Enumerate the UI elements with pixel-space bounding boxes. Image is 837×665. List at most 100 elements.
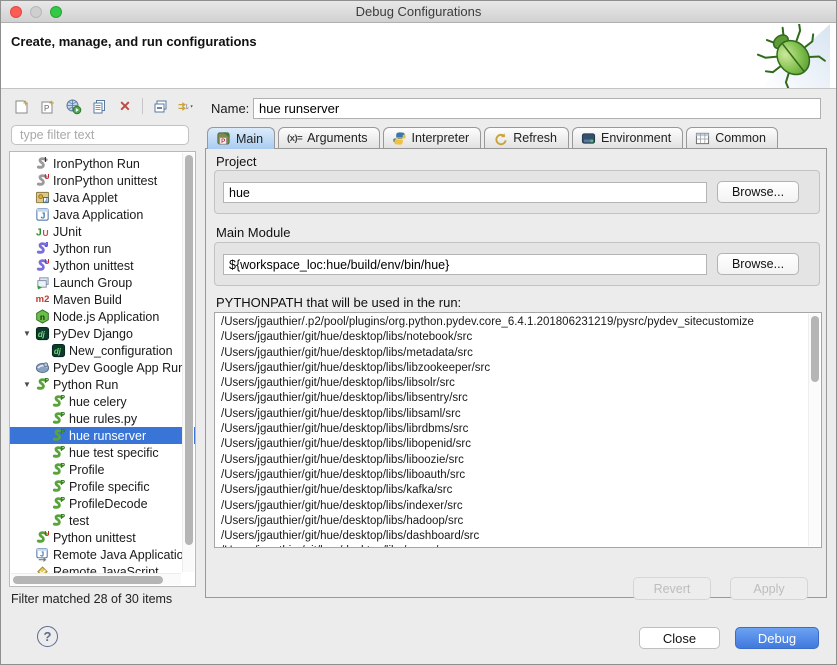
svg-text:P: P [60, 395, 65, 402]
python-config-icon: P [50, 428, 67, 443]
tab-environment-icon [581, 131, 596, 146]
tree-item-pydev-django[interactable]: ▼djPyDev Django [10, 325, 195, 342]
pythonpath-entry[interactable]: /Users/jgauthier/git/hue/desktop/libs/li… [215, 376, 821, 391]
pythonpath-entry[interactable]: /Users/jgauthier/git/hue/desktop/libs/li… [215, 361, 821, 376]
project-browse-button[interactable]: Browse... [717, 181, 799, 203]
ironpython-run-icon: I [34, 156, 51, 171]
tree-item-java-application[interactable]: JJava Application [10, 206, 195, 223]
titlebar[interactable]: Debug Configurations [1, 1, 836, 23]
tree-item-remote-java-application[interactable]: JRemote Java Application [10, 546, 195, 563]
window-controls [10, 6, 62, 18]
tree-vertical-scrollbar[interactable] [182, 153, 194, 572]
main-module-field[interactable] [223, 254, 707, 275]
tab-common[interactable]: Common [686, 127, 778, 148]
tree-item-hue-test-specific[interactable]: Phue test specific [10, 444, 195, 461]
export-configurations-icon[interactable] [64, 97, 82, 115]
tab-arguments[interactable]: (x)= Arguments [278, 127, 379, 148]
pythonpath-entry[interactable]: /Users/jgauthier/git/hue/desktop/libs/az… [215, 544, 821, 548]
tree-item-node-js-application[interactable]: nNode.js Application [10, 308, 195, 325]
pythonpath-entry[interactable]: /Users/jgauthier/git/hue/desktop/libs/li… [215, 468, 821, 483]
pythonpath-entry[interactable]: /Users/jgauthier/git/hue/desktop/libs/li… [215, 407, 821, 422]
launch-group-icon [34, 275, 51, 290]
tree-item-junit[interactable]: JUJUnit [10, 223, 195, 240]
tree-item-launch-group[interactable]: Launch Group [10, 274, 195, 291]
pythonpath-entry[interactable]: /Users/jgauthier/git/hue/desktop/libs/da… [215, 529, 821, 544]
tree-item-profiledecode[interactable]: PProfileDecode [10, 495, 195, 512]
project-field[interactable] [223, 182, 707, 203]
tab-interpreter[interactable]: Interpreter [383, 127, 482, 148]
pythonpath-entry[interactable]: /Users/jgauthier/git/hue/desktop/libs/me… [215, 346, 821, 361]
tree-horizontal-scrollbar[interactable] [11, 573, 181, 585]
svg-text:n: n [40, 312, 45, 322]
pythonpath-entry[interactable]: /Users/jgauthier/git/hue/desktop/libs/no… [215, 330, 821, 345]
tree-item-label: Java Applet [51, 191, 118, 205]
tree-item-java-applet[interactable]: JJava Applet [10, 189, 195, 206]
expander-icon[interactable]: ▼ [20, 380, 34, 389]
close-window-icon[interactable] [10, 6, 22, 18]
tab-main[interactable]: PMain [207, 127, 275, 149]
tree-item-ironpython-unittest[interactable]: UIronPython unittest [10, 172, 195, 189]
tree-item-label: IronPython Run [51, 157, 140, 171]
tab-label: Common [715, 131, 766, 145]
tree-item-pydev-google-app-run[interactable]: PyDev Google App Run [10, 359, 195, 376]
maven-icon: m2 [34, 294, 51, 305]
tree-item-test[interactable]: Ptest [10, 512, 195, 529]
tab-environment[interactable]: Environment [572, 127, 683, 148]
tree-item-hue-rules-py[interactable]: Phue rules.py [10, 410, 195, 427]
config-toolbar: + P+ ✕ [12, 95, 195, 117]
tree-item-hue-runserver[interactable]: Phue runserver [10, 427, 195, 444]
tree-item-python-run[interactable]: ▼PPython Run [10, 376, 195, 393]
filter-configurations-icon[interactable] [177, 97, 195, 115]
pythonpath-entry[interactable]: /Users/jgauthier/git/hue/desktop/libs/li… [215, 391, 821, 406]
delete-configuration-icon[interactable]: ✕ [116, 97, 134, 115]
tab-arguments-icon: (x)= [287, 131, 302, 146]
tab-common-icon [695, 131, 710, 146]
tab-label: Arguments [307, 131, 367, 145]
python-config-icon: P [50, 462, 67, 477]
svg-text:dj: dj [54, 347, 62, 356]
configurations-tree[interactable]: IIronPython RunUIronPython unittestJJava… [9, 151, 196, 587]
pythonpath-entry[interactable]: /Users/jgauthier/git/hue/desktop/libs/in… [215, 499, 821, 514]
tree-item-label: Launch Group [51, 276, 132, 290]
tab-refresh[interactable]: Refresh [484, 127, 569, 148]
help-button[interactable]: ? [37, 626, 58, 647]
pythonpath-scrollbar[interactable] [808, 314, 820, 546]
tree-item-ironpython-run[interactable]: IIronPython Run [10, 155, 195, 172]
pythonpath-entry[interactable]: /Users/jgauthier/git/hue/desktop/libs/ha… [215, 514, 821, 529]
tree-item-profile[interactable]: PProfile [10, 461, 195, 478]
tree-rows: IIronPython RunUIronPython unittestJJava… [10, 152, 195, 580]
collapse-all-icon[interactable] [151, 97, 169, 115]
tab-label: Interpreter [412, 131, 470, 145]
tree-item-python-unittest[interactable]: UPython unittest [10, 529, 195, 546]
tree-item-maven-build[interactable]: m2Maven Build [10, 291, 195, 308]
tree-item-profile-specific[interactable]: PProfile specific [10, 478, 195, 495]
zoom-window-icon[interactable] [50, 6, 62, 18]
pythonpath-entry[interactable]: /Users/jgauthier/git/hue/desktop/libs/li… [215, 453, 821, 468]
tree-item-hue-celery[interactable]: Phue celery [10, 393, 195, 410]
pythonpath-entry[interactable]: /Users/jgauthier/git/hue/desktop/libs/li… [215, 422, 821, 437]
pythonpath-entry[interactable]: /Users/jgauthier/git/hue/desktop/libs/li… [215, 437, 821, 452]
name-input[interactable] [253, 98, 821, 119]
tree-item-label: Profile specific [67, 480, 150, 494]
svg-text:P: P [60, 412, 65, 419]
expander-icon[interactable]: ▼ [20, 329, 34, 338]
tree-item-jython-run[interactable]: JJython run [10, 240, 195, 257]
debug-button[interactable]: Debug [735, 627, 819, 649]
close-button[interactable]: Close [639, 627, 720, 649]
pythonpath-entry[interactable]: /Users/jgauthier/git/hue/desktop/libs/ka… [215, 483, 821, 498]
pydev-gae-icon [34, 360, 51, 375]
tree-item-jython-unittest[interactable]: UJython unittest [10, 257, 195, 274]
apply-button[interactable]: Apply [730, 577, 808, 600]
new-prototype-icon[interactable]: P+ [38, 97, 56, 115]
main-module-browse-button[interactable]: Browse... [717, 253, 799, 275]
toolbar-separator [142, 98, 143, 114]
new-configuration-icon[interactable]: + [12, 97, 30, 115]
pythonpath-entry[interactable]: /Users/jgauthier/.p2/pool/plugins/org.py… [215, 315, 821, 330]
svg-text:U: U [44, 259, 49, 266]
duplicate-configuration-icon[interactable] [90, 97, 108, 115]
pythonpath-list[interactable]: /Users/jgauthier/.p2/pool/plugins/org.py… [214, 312, 822, 548]
revert-button[interactable]: Revert [633, 577, 711, 600]
main-module-group-label: Main Module [216, 225, 290, 240]
filter-input[interactable] [11, 125, 189, 145]
tree-item-new-configuration[interactable]: djNew_configuration [10, 342, 195, 359]
